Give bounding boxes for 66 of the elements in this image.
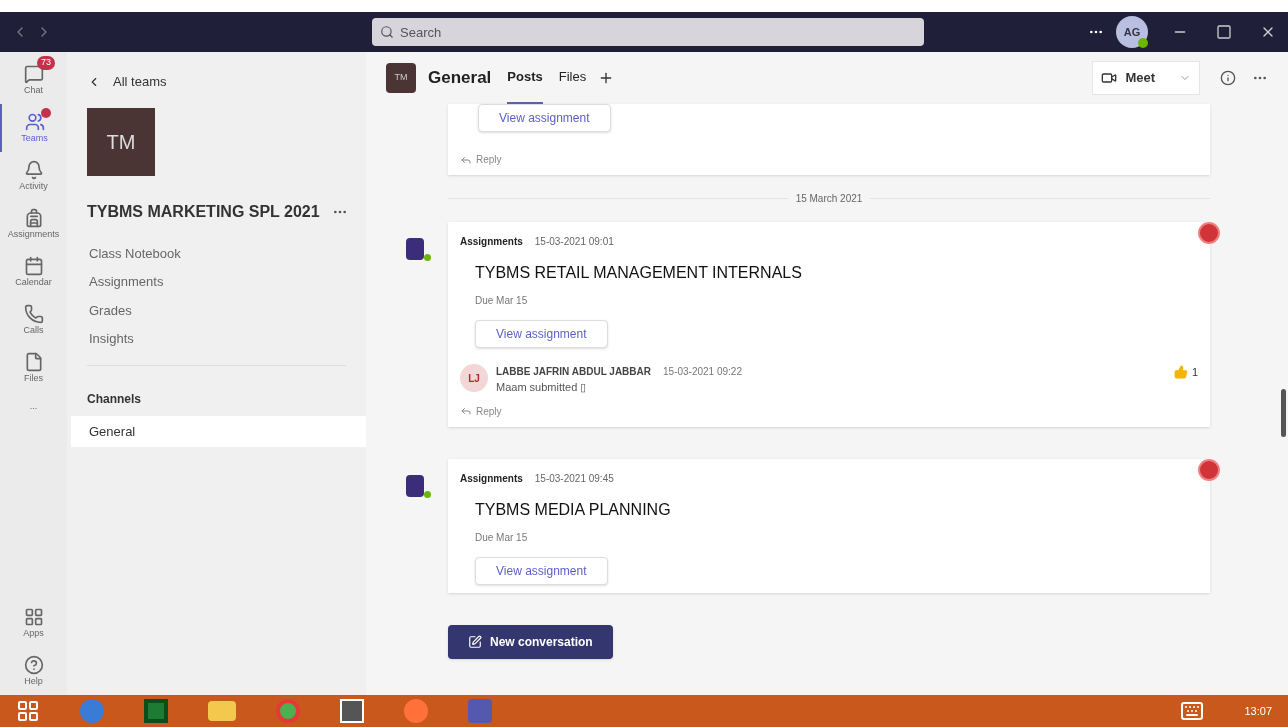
team-link[interactable]: Assignments xyxy=(89,272,366,292)
user-avatar[interactable]: AG xyxy=(1116,16,1148,48)
rail-item[interactable]: Activity xyxy=(0,152,67,200)
reply-icon xyxy=(460,405,472,417)
reply-button[interactable]: Reply xyxy=(460,152,502,167)
all-teams-link[interactable]: All teams xyxy=(87,72,366,92)
rail-item[interactable]: Calendar xyxy=(0,248,67,296)
post-author: Assignments xyxy=(460,235,523,249)
compose-icon xyxy=(468,634,482,649)
post-author: Assignments xyxy=(460,471,523,486)
search-field[interactable]: Search xyxy=(372,18,924,46)
rail-item[interactable]: Apps xyxy=(0,599,67,647)
help-icon xyxy=(23,655,44,675)
channels-heading: Channels xyxy=(87,390,142,408)
rail-item[interactable]: Chat 73 xyxy=(0,56,67,104)
new-conversation-button[interactable]: New conversation xyxy=(448,624,613,659)
post-time: 15-03-2021 09:45 xyxy=(534,471,614,486)
view-assignment-button[interactable]: View assignment xyxy=(478,104,611,132)
meet-button[interactable]: Meet xyxy=(1092,61,1200,95)
notification-badge: 73 xyxy=(37,56,55,70)
scrollbar-thumb[interactable] xyxy=(1281,389,1286,437)
user-avatar: LJ xyxy=(460,364,488,392)
post-time: 15-03-2021 09:01 xyxy=(534,235,614,249)
due-date: Due Mar 15 xyxy=(475,530,529,545)
date-divider: 15 March 2021 xyxy=(795,192,863,206)
calendar-icon xyxy=(23,256,44,276)
due-date: Due Mar 15 xyxy=(475,294,529,308)
rail-item[interactable]: ... xyxy=(0,392,67,420)
reply-author: LABBE JAFRIN ABDUL JABBAR xyxy=(496,365,651,379)
maximize-icon[interactable] xyxy=(1216,24,1232,40)
alert-icon xyxy=(1198,222,1220,244)
assignment-title: TYBMS RETAIL MANAGEMENT INTERNALS xyxy=(475,263,803,283)
search-icon xyxy=(380,25,394,39)
team-link[interactable]: Insights xyxy=(89,329,366,349)
app-icon[interactable] xyxy=(340,699,364,723)
alert-icon xyxy=(1198,458,1220,481)
rail-item[interactable]: Assignments xyxy=(0,200,67,248)
team-name: TYBMS MARKETING SPL 2021 xyxy=(87,201,320,222)
apps-icon xyxy=(23,607,44,627)
reply-text: Maam submitted ▯ xyxy=(496,380,588,395)
bot-avatar xyxy=(406,474,424,497)
calls-icon xyxy=(23,304,44,324)
activity-icon xyxy=(23,160,44,180)
reply-time: 15-03-2021 09:22 xyxy=(663,365,742,379)
reply-button[interactable]: Reply xyxy=(460,403,502,419)
chat-icon xyxy=(23,64,44,84)
view-assignment-button[interactable]: View assignment xyxy=(475,320,608,348)
keyboard-icon[interactable] xyxy=(1180,699,1205,723)
video-camera-icon xyxy=(1101,70,1118,86)
rail-item[interactable]: Calls xyxy=(0,296,67,344)
assignment-title: TYBMS MEDIA PLANNING xyxy=(475,499,672,520)
channel-name: General xyxy=(428,67,492,90)
reaction-badge[interactable]: 1 xyxy=(1173,364,1198,381)
rail-item[interactable]: Files xyxy=(0,344,67,392)
team-link[interactable]: Grades xyxy=(89,300,366,320)
team-link[interactable]: Class Notebook xyxy=(89,243,366,263)
taskbar-clock[interactable]: 13:07 xyxy=(1244,702,1272,720)
info-icon[interactable] xyxy=(1220,70,1236,86)
channel-tile: TM xyxy=(386,63,416,93)
bot-avatar xyxy=(406,238,424,260)
view-assignment-button[interactable]: View assignment xyxy=(475,556,608,585)
start-icon[interactable] xyxy=(16,699,40,723)
team-tile: TM xyxy=(87,107,155,176)
rail-item[interactable]: Help xyxy=(0,647,67,695)
channel-tab[interactable]: Files xyxy=(558,52,587,104)
channel-item[interactable]: General xyxy=(71,415,366,447)
